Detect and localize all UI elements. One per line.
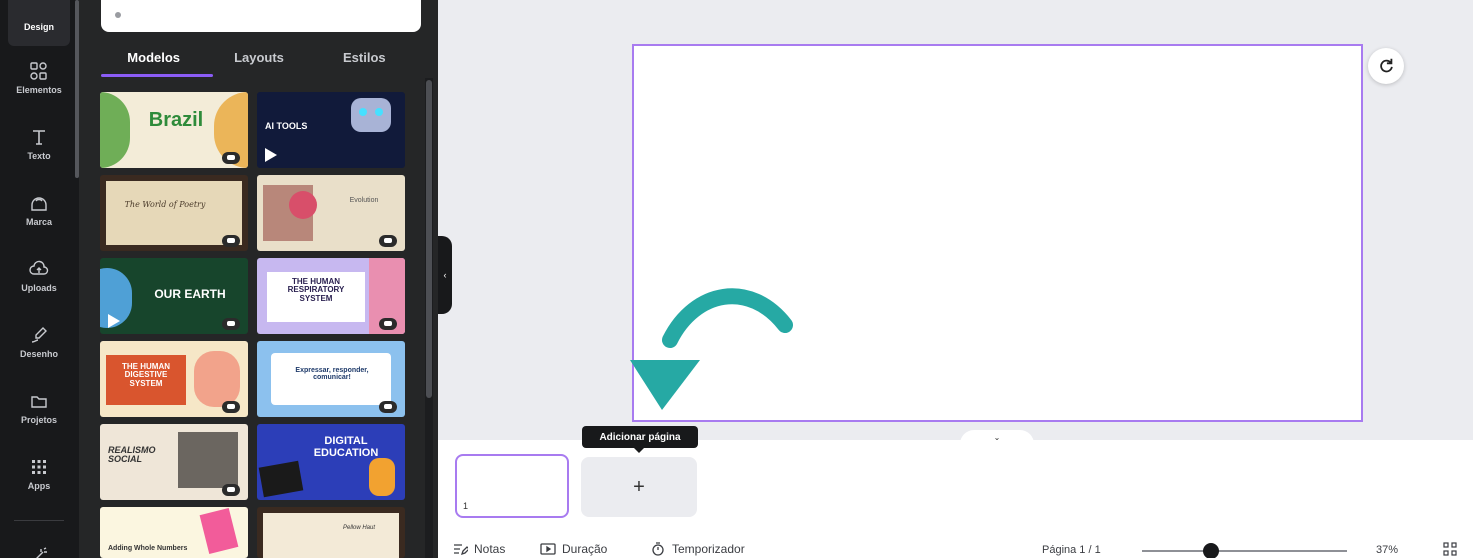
premium-crown-icon [222,318,240,330]
panel-scrollbar-thumb[interactable] [426,80,432,398]
page-thumbnail[interactable]: 1 [455,454,569,518]
template-title: AI TOOLS [265,121,308,131]
sidebar-item-label: Design [23,22,54,32]
collapse-panel-button[interactable]: ‹ [438,236,452,314]
pointer-arrow-icon [630,288,793,410]
sidebar-item-label: Desenho [19,349,58,359]
play-icon [265,148,277,162]
elements-icon [30,62,47,80]
add-page-button[interactable]: + [581,457,697,517]
magic-icon [36,547,47,558]
template-title: The World of Poetry [124,200,206,209]
template-title: Pellow Haut [342,525,375,531]
bottom-toolbar: Notas Duração Temporizador Página 1 / 1 … [452,540,1473,558]
template-title: REALISMO SOCIAL [108,445,156,465]
template-card[interactable]: Evolution [257,175,405,251]
tab-modelos[interactable]: Modelos [101,46,206,76]
left-rail: Design Elementos Texto Marca Uploads Des… [0,0,79,558]
template-title: DIGITAL EDUCATION [313,435,379,459]
premium-crown-icon [222,152,240,164]
page-indicator: Página 1 / 1 [1042,544,1101,556]
duration-label: Duração [562,542,608,556]
timer-label: Temporizador [672,542,745,556]
template-card[interactable]: DIGITAL EDUCATION [257,424,405,500]
tab-layouts[interactable]: Layouts [206,46,311,76]
search-icon [115,12,121,18]
template-card[interactable]: Adding Whole Numbers [100,507,248,558]
template-title: Adding Whole Numbers [108,545,188,552]
upload-icon [29,260,49,275]
premium-crown-icon [379,401,397,413]
template-title: THE HUMAN DIGESTIVE SYSTEM [122,362,170,388]
panel-tabs: Modelos Layouts Estilos [101,46,417,76]
template-title: Evolution [349,197,379,204]
templates-panel: Modelos Layouts Estilos Brazil AI TOOLS … [79,0,438,558]
notes-icon [454,544,468,556]
template-card[interactable]: Pellow Haut [257,507,405,558]
premium-crown-icon [379,318,397,330]
sidebar-item-label: Projetos [20,415,57,425]
sidebar-item-marca[interactable]: Marca [8,182,70,238]
template-title: OUR EARTH [154,287,226,301]
grid-view-icon[interactable] [1442,542,1458,556]
refresh-icon [1380,58,1393,73]
zoom-level[interactable]: 37% [1376,544,1398,556]
template-card[interactable]: THE HUMAN DIGESTIVE SYSTEM [100,341,248,417]
notes-label: Notas [474,542,506,556]
search-input[interactable] [101,0,421,32]
zoom-slider[interactable] [1142,550,1347,552]
sidebar-item-desenho[interactable]: Desenho [8,314,70,370]
template-title: Expressar, responder, comunicar! [295,367,369,382]
duration-button[interactable]: Duração [540,542,607,556]
sidebar-item-label: Apps [27,481,51,491]
draw-icon [31,327,47,343]
sidebar-item-label: Texto [27,151,51,161]
page-number: 1 [463,501,469,511]
refresh-button[interactable] [1368,48,1404,84]
sidebar-item-label: Elementos [16,85,62,95]
sidebar-item-texto[interactable]: Texto [8,116,70,172]
template-card[interactable]: OUR EARTH [100,258,248,334]
template-card[interactable]: AI TOOLS [257,92,405,168]
text-icon [33,130,45,145]
timer-icon [652,542,664,556]
sidebar-item-magic[interactable] [8,528,70,558]
rail-divider [14,520,64,521]
play-icon [108,314,120,328]
duration-icon [540,543,556,555]
premium-crown-icon [222,484,240,496]
timer-button[interactable]: Temporizador [650,542,745,556]
active-tab-indicator [101,74,213,77]
premium-crown-icon [222,401,240,413]
brand-icon [31,197,47,211]
premium-crown-icon [379,235,397,247]
premium-crown-icon [222,235,240,247]
template-title: Brazil [148,109,204,131]
folder-icon [31,396,47,408]
apps-icon [32,460,46,474]
sidebar-item-elementos[interactable]: Elementos [8,50,70,106]
template-card[interactable]: The World of Poetry [100,175,248,251]
sidebar-item-label: Uploads [21,283,57,293]
add-page-tooltip: Adicionar página [582,426,698,453]
tab-estilos[interactable]: Estilos [312,46,417,76]
zoom-slider-knob[interactable] [1203,543,1219,558]
sidebar-item-design[interactable]: Design [8,0,70,46]
template-card[interactable]: Expressar, responder, comunicar! [257,341,405,417]
sidebar-item-label: Marca [25,217,52,227]
template-card[interactable]: THE HUMAN RESPIRATORY SYSTEM [257,258,405,334]
template-card[interactable]: Brazil [100,92,248,168]
sidebar-item-projetos[interactable]: Projetos [8,380,70,436]
notes-button[interactable]: Notas [452,542,505,556]
collapse-pages-button[interactable]: ⌄ [960,430,1034,446]
template-title: THE HUMAN RESPIRATORY SYSTEM [287,277,345,303]
template-card[interactable]: REALISMO SOCIAL [100,424,248,500]
sidebar-item-uploads[interactable]: Uploads [8,248,70,304]
sidebar-item-apps[interactable]: Apps [8,446,70,502]
